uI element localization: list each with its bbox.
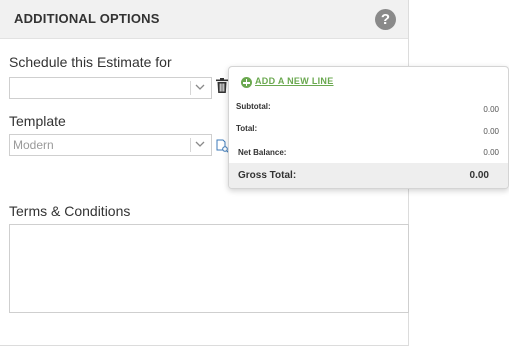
select-divider bbox=[190, 138, 191, 152]
gross-total-value: 0.00 bbox=[469, 170, 489, 181]
schedule-select[interactable] bbox=[9, 77, 212, 99]
trash-icon[interactable] bbox=[216, 78, 228, 93]
gross-total-row: Gross Total: 0.00 bbox=[229, 163, 508, 188]
totals-popup: ADD A NEW LINE Subtotal: 0.00 Total: 0.0… bbox=[228, 66, 509, 189]
terms-label: Terms & Conditions bbox=[9, 203, 131, 219]
subtotal-label: Subtotal: bbox=[236, 102, 271, 111]
template-select[interactable]: Modern bbox=[9, 134, 212, 156]
schedule-label: Schedule this Estimate for bbox=[9, 54, 172, 70]
plus-circle-icon bbox=[241, 77, 252, 88]
chevron-down-icon bbox=[195, 141, 205, 147]
subtotal-value: 0.00 bbox=[483, 105, 499, 114]
gross-total-label: Gross Total: bbox=[238, 170, 297, 181]
net-balance-label: Net Balance: bbox=[238, 148, 287, 157]
terms-textarea[interactable] bbox=[9, 224, 409, 313]
add-new-line-label: ADD A NEW LINE bbox=[255, 76, 334, 86]
select-divider bbox=[190, 81, 191, 95]
total-label: Total: bbox=[236, 124, 258, 133]
help-icon[interactable]: ? bbox=[375, 9, 396, 30]
panel-title: ADDITIONAL OPTIONS bbox=[14, 11, 160, 26]
total-value: 0.00 bbox=[483, 127, 499, 136]
template-select-value: Modern bbox=[13, 138, 54, 152]
net-balance-value: 0.00 bbox=[483, 148, 499, 157]
template-label: Template bbox=[9, 113, 66, 129]
chevron-down-icon bbox=[195, 84, 205, 90]
panel-header: ADDITIONAL OPTIONS ? bbox=[0, 0, 408, 39]
